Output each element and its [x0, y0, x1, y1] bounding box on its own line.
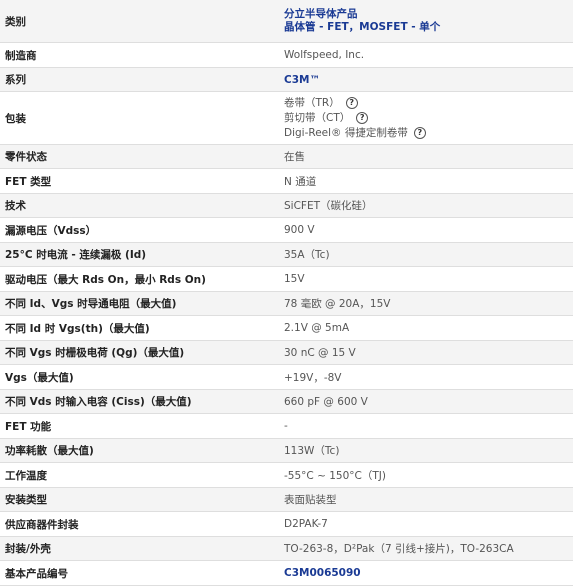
- row-label: 系列: [5, 74, 26, 86]
- row-label: 不同 Id 时 Vgs(th)（最大值): [5, 322, 150, 335]
- row-label: 漏源电压（Vdss）: [5, 224, 97, 237]
- question-circle-icon[interactable]: ?: [345, 97, 358, 109]
- row-part-status: 零件状态 在售: [0, 145, 573, 169]
- category-link-mosfet[interactable]: 晶体管 - FET，MOSFET - 单个: [284, 21, 573, 34]
- row-value: 15V: [284, 273, 305, 285]
- row-label: 供应商器件封装: [5, 518, 79, 531]
- row-value: +19V，-8V: [284, 371, 342, 384]
- row-value: 30 nC @ 15 V: [284, 346, 356, 359]
- row-vdss: 漏源电压（Vdss） 900 V: [0, 218, 573, 243]
- row-fet-type: FET 类型 N 通道: [0, 169, 573, 194]
- row-label: 技术: [5, 200, 26, 212]
- row-label: 基本产品编号: [5, 567, 68, 580]
- row-technology: 技术 SiCFET（碳化硅）: [0, 194, 573, 218]
- row-label: 25°C 时电流 - 连续漏极 (Id): [5, 249, 147, 261]
- row-label: 制造商: [5, 49, 37, 62]
- packaging-option-ct: 剪切带（CT）: [284, 111, 351, 124]
- row-label: 不同 Vgs 时栅极电荷 (Qg)（最大值): [5, 347, 185, 359]
- row-fet-feature: FET 功能 -: [0, 414, 573, 439]
- row-operating-temp: 工作温度 -55°C ~ 150°C（TJ): [0, 463, 573, 488]
- row-value: -55°C ~ 150°C（TJ): [284, 469, 386, 482]
- row-package-case: 封装/外壳 TO-263-8，D²Pak（7 引线+接片)，TO-263CA: [0, 537, 573, 561]
- series-link[interactable]: C3M™: [284, 74, 320, 86]
- row-label: FET 类型: [5, 175, 52, 188]
- row-category: 类别 分立半导体产品 晶体管 - FET，MOSFET - 单个: [0, 0, 573, 43]
- row-value: 35A（Tc): [284, 249, 330, 261]
- row-label: Vgs（最大值): [5, 371, 74, 384]
- row-ciss: 不同 Vds 时输入电容 (Ciss)（最大值) 660 pF @ 600 V: [0, 390, 573, 414]
- row-value: 900 V: [284, 224, 315, 236]
- row-value: N 通道: [284, 175, 317, 188]
- row-label: 封装/外壳: [5, 543, 51, 555]
- packaging-option-digireel: Digi-Reel® 得捷定制卷带: [284, 126, 408, 139]
- row-mounting: 安装类型 表面贴装型: [0, 488, 573, 512]
- row-label: 驱动电压（最大 Rds On，最小 Rds On): [5, 273, 206, 286]
- row-value: 表面贴装型: [284, 494, 337, 506]
- base-product-link[interactable]: C3M0065090: [284, 567, 361, 579]
- row-label: 不同 Id、Vgs 时导通电阻（最大值): [5, 298, 177, 310]
- row-label: 安装类型: [5, 494, 47, 506]
- row-label: 包装: [5, 112, 26, 125]
- row-supplier-package: 供应商器件封装 D2PAK-7: [0, 512, 573, 537]
- row-drive-voltage: 驱动电压（最大 Rds On，最小 Rds On) 15V: [0, 267, 573, 292]
- row-id: 25°C 时电流 - 连续漏极 (Id) 35A（Tc): [0, 243, 573, 267]
- category-link-discrete[interactable]: 分立半导体产品: [284, 8, 573, 21]
- row-packaging: 包装 卷带（TR） ? 剪切带（CT） ? Digi-Reel® 得捷定制卷带 …: [0, 92, 573, 145]
- row-manufacturer: 制造商 Wolfspeed, Inc.: [0, 43, 573, 68]
- row-vgs-max: Vgs（最大值) +19V，-8V: [0, 365, 573, 390]
- row-power: 功率耗散（最大值) 113W（Tc): [0, 439, 573, 463]
- row-label: FET 功能: [5, 420, 52, 433]
- row-label: 工作温度: [5, 469, 47, 482]
- row-label: 不同 Vds 时输入电容 (Ciss)（最大值): [5, 396, 192, 408]
- row-series: 系列 C3M™: [0, 68, 573, 92]
- row-value: SiCFET（碳化硅）: [284, 200, 373, 212]
- row-value: D2PAK-7: [284, 518, 328, 530]
- row-value: -: [284, 420, 288, 432]
- row-label: 零件状态: [5, 151, 47, 163]
- row-gate-charge: 不同 Vgs 时栅极电荷 (Qg)（最大值) 30 nC @ 15 V: [0, 341, 573, 365]
- row-value: 78 毫欧 @ 20A，15V: [284, 298, 391, 310]
- row-value: 660 pF @ 600 V: [284, 395, 368, 408]
- row-label: 类别: [5, 15, 26, 28]
- question-circle-icon[interactable]: ?: [356, 112, 369, 124]
- row-value: TO-263-8，D²Pak（7 引线+接片)，TO-263CA: [284, 543, 514, 555]
- row-vgs-th: 不同 Id 时 Vgs(th)（最大值) 2.1V @ 5mA: [0, 316, 573, 341]
- row-rds-on: 不同 Id、Vgs 时导通电阻（最大值) 78 毫欧 @ 20A，15V: [0, 292, 573, 316]
- row-value: Wolfspeed, Inc.: [284, 49, 365, 61]
- row-value: 在售: [284, 151, 305, 163]
- row-value: 2.1V @ 5mA: [284, 322, 350, 334]
- product-attributes-table: 类别 分立半导体产品 晶体管 - FET，MOSFET - 单个 制造商 Wol…: [0, 0, 573, 586]
- row-base-product-number: 基本产品编号 C3M0065090: [0, 561, 573, 586]
- question-circle-icon[interactable]: ?: [413, 127, 426, 139]
- packaging-option-tr: 卷带（TR）: [284, 96, 340, 109]
- row-value: 113W（Tc): [284, 445, 340, 457]
- row-label: 功率耗散（最大值): [5, 445, 94, 457]
